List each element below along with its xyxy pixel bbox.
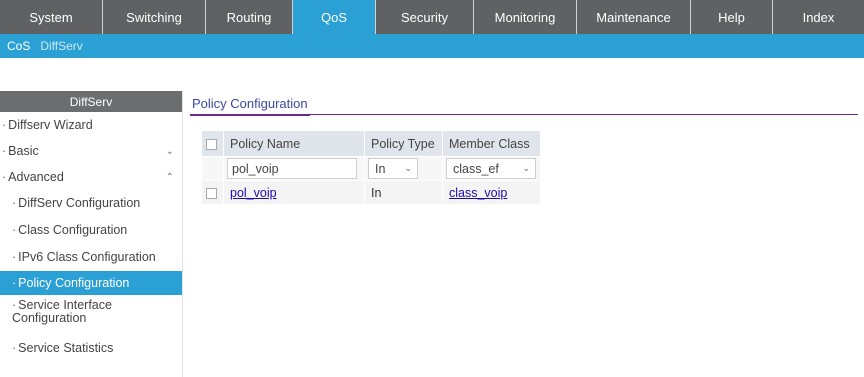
tab-switching[interactable]: Switching [103,0,206,34]
chevron-down-icon: ⌄ [165,145,174,157]
column-header-policy-type[interactable]: Policy Type [364,130,443,157]
table-header-row: Policy Name Policy Type Member Class [201,130,541,157]
sidebar-item-label: Policy Configuration [12,276,129,290]
sub-navigation: CoS DiffServ [0,34,864,58]
column-header-member-class[interactable]: Member Class [442,130,541,157]
member-class-cell: class_voip [442,180,541,205]
sidebar-item-service-statistics[interactable]: Service Statistics [0,335,182,362]
column-header-policy-name[interactable]: Policy Name [223,130,365,157]
chevron-down-icon: ⌄ [404,163,412,173]
member-class-link[interactable]: class_voip [449,186,507,200]
sidebar: DiffServ Diffserv Wizard Basic ⌄ Advance… [0,91,183,377]
member-class-select-value: class_ef [453,161,499,176]
input-row-policy-type-cell: In ⌄ [364,156,443,181]
input-row-checkbox-cell [201,156,224,181]
sidebar-item-label: Class Configuration [12,224,127,237]
input-row-member-class-cell: class_ef ⌄ [442,156,541,181]
sidebar-item-label: Diffserv Wizard [2,118,93,132]
sidebar-header: DiffServ [0,91,182,112]
sidebar-item-diffserv-wizard[interactable]: Diffserv Wizard [0,112,182,138]
sidebar-item-basic[interactable]: Basic ⌄ [0,138,182,164]
sidebar-item-policy-configuration[interactable]: Policy Configuration [0,271,182,295]
member-class-select[interactable]: class_ef ⌄ [446,158,536,179]
policy-name-link[interactable]: pol_voip [230,186,277,200]
sidebar-item-advanced[interactable]: Advanced ⌃ [0,164,182,190]
sidebar-item-label: DiffServ Configuration [12,197,140,210]
sidebar-item-label: IPv6 Class Configuration [12,251,156,264]
sidebar-item-label: Advanced [2,170,64,184]
sidebar-item-class-configuration[interactable]: Class Configuration [0,217,182,244]
table-row: pol_voip In class_voip [201,180,541,205]
policy-type-select-value: In [375,161,386,176]
main-content: Policy Configuration Policy Name Policy … [190,96,858,205]
sidebar-item-ipv6-class-configuration[interactable]: IPv6 Class Configuration [0,244,182,271]
policy-type-cell: In [364,180,443,205]
tab-system[interactable]: System [0,0,103,34]
subnav-diffserv[interactable]: DiffServ [40,39,82,53]
policy-table: Policy Name Policy Type Member Class In … [201,130,541,205]
section-tab-policy-configuration[interactable]: Policy Configuration [190,96,310,116]
chevron-down-icon: ⌄ [522,163,530,173]
row-checkbox-cell [201,180,224,205]
tab-index[interactable]: Index [773,0,864,34]
top-navigation: System Switching Routing QoS Security Mo… [0,0,864,34]
tab-monitoring[interactable]: Monitoring [474,0,577,34]
input-row-policy-name-cell [223,156,365,181]
tab-routing[interactable]: Routing [206,0,293,34]
policy-name-input[interactable] [227,158,357,179]
tab-maintenance[interactable]: Maintenance [577,0,691,34]
sidebar-item-label: Service Interface Configuration [12,299,144,325]
chevron-up-icon: ⌃ [165,171,174,183]
policy-name-cell: pol_voip [223,180,365,205]
tab-security[interactable]: Security [376,0,474,34]
sidebar-item-service-interface-configuration[interactable]: Service Interface Configuration [0,295,150,335]
row-checkbox[interactable] [206,187,217,199]
sidebar-item-label: Service Statistics [12,342,113,355]
section-divider [308,114,858,115]
tab-help[interactable]: Help [691,0,773,34]
tab-qos[interactable]: QoS [293,0,376,34]
select-all-checkbox[interactable] [206,138,217,150]
subnav-cos[interactable]: CoS [7,39,30,53]
sidebar-item-label: Basic [2,144,39,158]
table-input-row: In ⌄ class_ef ⌄ [201,156,541,181]
sidebar-item-diffserv-configuration[interactable]: DiffServ Configuration [0,190,182,217]
policy-type-select[interactable]: In ⌄ [368,158,418,179]
select-all-cell [201,130,224,157]
